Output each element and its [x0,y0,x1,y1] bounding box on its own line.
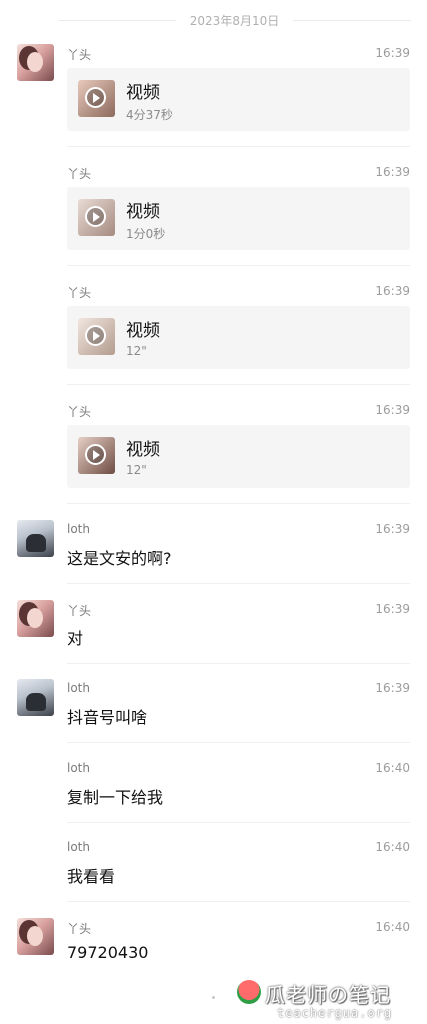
message-divider [67,503,410,504]
watermark-url: teachergua.org [277,1006,393,1020]
message-text[interactable]: 复制一下给我 [67,784,163,808]
avatar[interactable] [17,44,54,81]
message-time: 16:39 [375,165,410,179]
video-duration: 12" [126,463,147,477]
watermark-title: 瓜老师の笔记 [265,983,391,1007]
message-time: 16:39 [375,403,410,417]
message-divider [67,146,410,147]
play-icon [85,325,106,346]
video-thumbnail [78,437,115,474]
sender-name: 丫头 [67,922,92,936]
play-icon [85,87,106,108]
sender-name: 丫头 [67,405,92,419]
message-divider [67,742,410,743]
video-message-card[interactable]: 视频 12" [67,306,410,369]
sender-name: loth [67,681,90,695]
video-message-card[interactable]: 视频 12" [67,425,410,488]
message-divider [67,663,410,664]
message-time: 16:39 [375,284,410,298]
watermelon-icon [237,980,261,1004]
video-thumbnail [78,318,115,355]
watermark: 瓜老师の笔记 teachergua.org [237,976,407,1024]
sender-name: 丫头 [67,48,92,62]
video-thumbnail [78,199,115,236]
video-title: 视频 [126,202,160,222]
video-message-card[interactable]: 视频 4分37秒 [67,68,410,131]
video-thumbnail [78,80,115,117]
video-duration: 1分0秒 [126,227,166,241]
message-time: 16:40 [375,840,410,854]
message-divider [67,265,410,266]
message-time: 16:39 [375,522,410,536]
avatar[interactable] [17,520,54,557]
message-time: 16:39 [375,602,410,616]
sender-name: 丫头 [67,167,92,181]
message-time: 16:39 [375,681,410,695]
date-label: 2023年8月10日 [189,13,280,28]
video-message-card[interactable]: 视频 1分0秒 [67,187,410,250]
sender-name: loth [67,761,90,775]
message-divider [67,384,410,385]
video-title: 视频 [126,83,160,103]
play-icon [85,444,106,465]
message-time: 16:40 [375,920,410,934]
message-text[interactable]: 这是文安的啊? [67,545,172,569]
video-duration: 4分37秒 [126,108,173,122]
message-text[interactable]: 我看看 [67,863,115,887]
date-line-right [293,19,412,21]
sender-name: 丫头 [67,604,92,618]
date-line-left [58,19,176,21]
video-title: 视频 [126,440,160,460]
message-time: 16:39 [375,46,410,60]
message-text[interactable]: 对 [67,625,83,649]
avatar[interactable] [17,918,54,955]
message-divider [67,583,410,584]
video-title: 视频 [126,321,160,341]
play-icon [85,206,106,227]
divider-dot [212,996,215,999]
avatar[interactable] [17,679,54,716]
sender-name: 丫头 [67,286,92,300]
sender-name: loth [67,522,90,536]
message-time: 16:40 [375,761,410,775]
message-divider [67,822,410,823]
sender-name: loth [67,840,90,854]
message-text[interactable]: 79720430 [67,943,148,962]
avatar[interactable] [17,600,54,637]
date-separator: 2023年8月10日 [0,10,427,30]
video-duration: 12" [126,344,147,358]
message-text[interactable]: 抖音号叫啥 [67,704,147,728]
message-divider [67,901,410,902]
